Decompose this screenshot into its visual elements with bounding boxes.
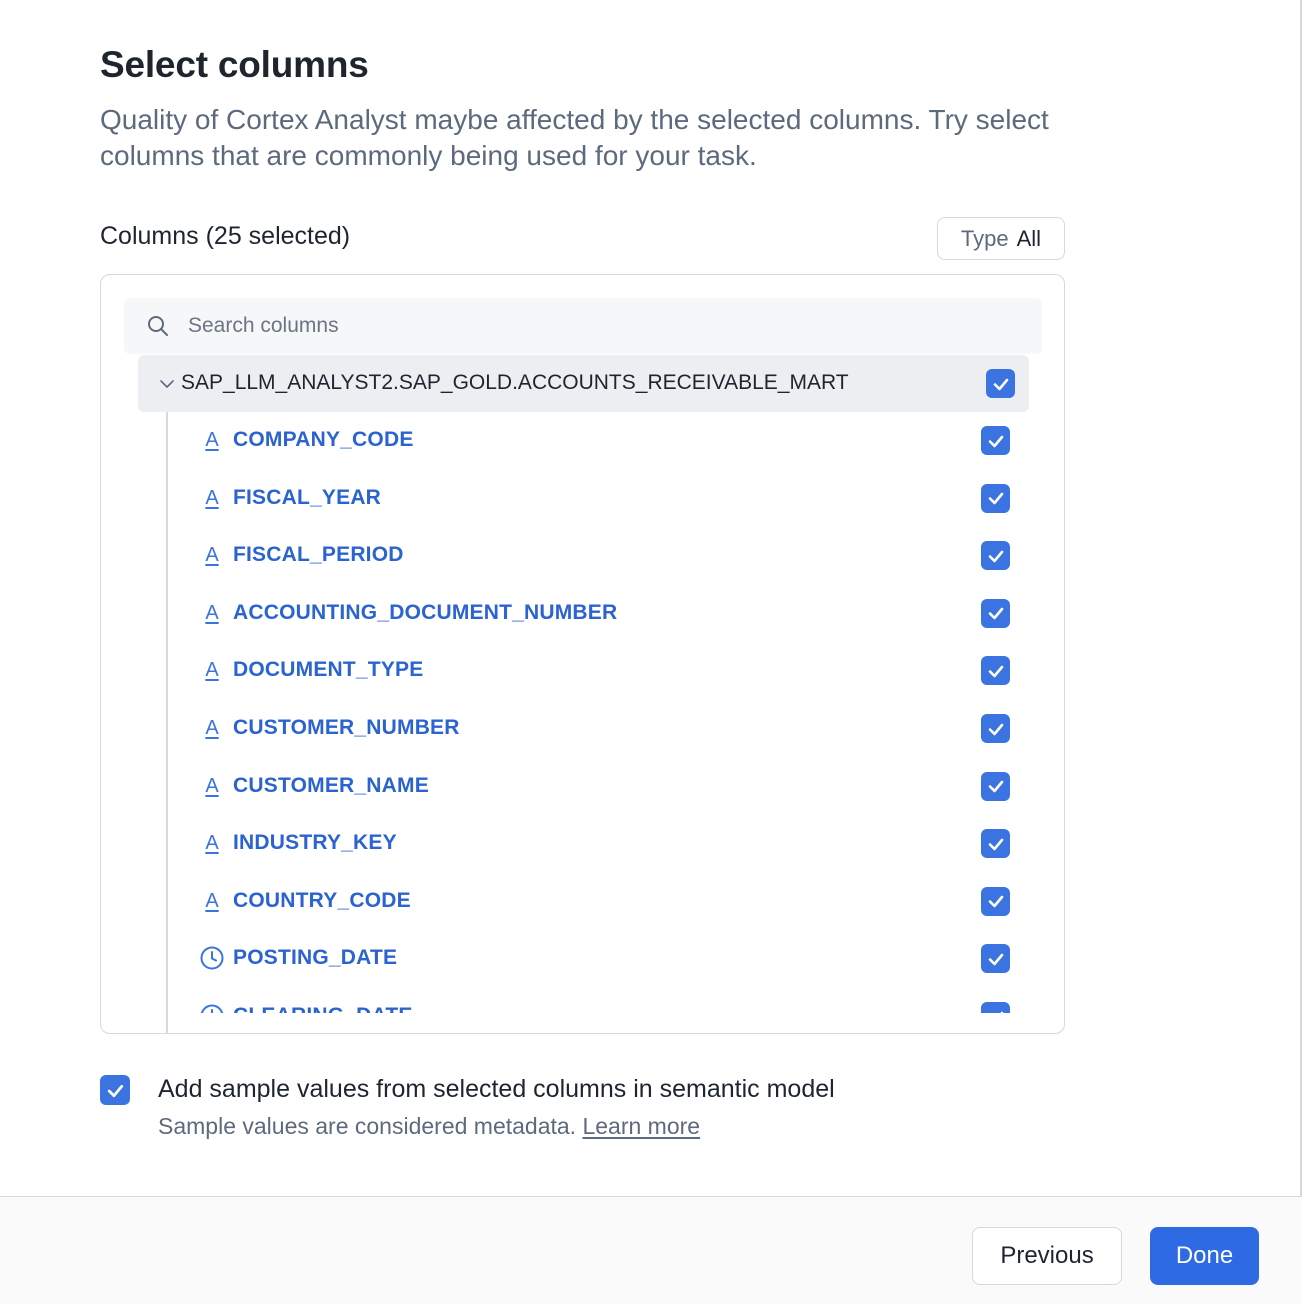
check-icon: [988, 780, 1003, 793]
column-name: FISCAL_PERIOD: [233, 543, 404, 567]
select-columns-dialog: Select columns Quality of Cortex Analyst…: [0, 0, 1302, 1304]
check-icon: [993, 378, 1008, 390]
column-checkbox[interactable]: [981, 1002, 1010, 1013]
column-row[interactable]: A COUNTRY_CODE: [101, 873, 1064, 930]
column-name: COMPANY_CODE: [233, 428, 414, 451]
column-row[interactable]: A COMPANY_CODE: [101, 412, 1064, 469]
column-checkbox[interactable]: [981, 541, 1010, 571]
check-icon: [988, 895, 1003, 908]
check-icon: [988, 550, 1003, 562]
search-input[interactable]: [188, 298, 1028, 354]
column-checkbox[interactable]: [981, 598, 1010, 628]
check-icon: [107, 1084, 123, 1097]
text-type-icon: A: [205, 889, 219, 912]
learn-more-link[interactable]: Learn more: [582, 1113, 700, 1139]
clock-icon: [199, 944, 225, 972]
column-row[interactable]: POSTING_DATE: [101, 930, 1064, 987]
column-row[interactable]: CLEARING_DATE: [101, 988, 1064, 1013]
column-name: CUSTOMER_NAME: [233, 773, 429, 797]
clock-icon: [199, 1002, 225, 1013]
column-checkbox[interactable]: [981, 483, 1010, 513]
column-checkbox[interactable]: [981, 714, 1010, 743]
check-icon: [988, 492, 1003, 505]
type-filter-label: Type: [960, 225, 1009, 251]
sample-values-description-text: Sample values are considered metadata.: [158, 1113, 577, 1139]
column-checkbox[interactable]: [981, 944, 1010, 974]
column-row[interactable]: A CUSTOMER_NUMBER: [101, 700, 1064, 757]
sample-values-label: Add sample values from selected columns …: [158, 1075, 835, 1103]
text-type-icon: A: [205, 659, 219, 682]
dialog-footer: Previous Done: [0, 1196, 1302, 1304]
search-box: [124, 298, 1042, 354]
type-filter-value: All: [1016, 225, 1042, 251]
column-row[interactable]: A FISCAL_YEAR: [101, 470, 1064, 527]
check-icon: [988, 607, 1003, 620]
search-icon: [148, 316, 168, 336]
check-icon: [988, 838, 1003, 850]
column-name: FISCAL_YEAR: [233, 485, 382, 509]
column-name: ACCOUNTING_DOCUMENT_NUMBER: [233, 600, 618, 624]
column-name: POSTING_DATE: [233, 946, 398, 970]
text-type-icon: A: [205, 832, 219, 855]
check-icon: [988, 435, 1003, 447]
column-name: COUNTRY_CODE: [233, 888, 411, 912]
columns-heading: Columns (25 selected): [100, 222, 351, 250]
column-checkbox[interactable]: [981, 886, 1010, 916]
check-icon: [988, 953, 1003, 966]
dialog-subtitle: Quality of Cortex Analyst maybe affected…: [100, 104, 1049, 171]
column-row[interactable]: A DOCUMENT_TYPE: [101, 642, 1064, 699]
check-icon: [999, 1011, 1003, 1013]
text-type-icon: A: [205, 774, 219, 797]
column-checkbox[interactable]: [981, 829, 1010, 859]
type-filter-button[interactable]: Type All: [937, 217, 1065, 260]
column-row[interactable]: A CUSTOMER_NAME: [101, 758, 1064, 815]
columns-panel: SAP_LLM_ANALYST2.SAP_GOLD.ACCOUNTS_RECEI…: [100, 274, 1065, 1034]
column-name: CLEARING_DATE: [233, 1004, 413, 1013]
done-button[interactable]: Done: [1150, 1227, 1259, 1285]
check-icon: [988, 665, 1003, 678]
table-checkbox[interactable]: [986, 369, 1015, 398]
column-row[interactable]: A FISCAL_PERIOD: [101, 527, 1064, 584]
column-name: INDUSTRY_KEY: [233, 831, 397, 855]
column-name: CUSTOMER_NUMBER: [233, 716, 460, 739]
column-name: DOCUMENT_TYPE: [233, 658, 424, 682]
column-checkbox[interactable]: [981, 771, 1010, 801]
column-row[interactable]: A INDUSTRY_KEY: [101, 815, 1064, 872]
chevron-down-icon[interactable]: [158, 375, 176, 393]
table-row[interactable]: SAP_LLM_ANALYST2.SAP_GOLD.ACCOUNTS_RECEI…: [138, 355, 1029, 412]
table-name: SAP_LLM_ANALYST2.SAP_GOLD.ACCOUNTS_RECEI…: [181, 371, 849, 394]
text-type-icon: A: [205, 717, 219, 739]
sample-values-checkbox[interactable]: [100, 1075, 130, 1105]
text-type-icon: A: [205, 601, 219, 624]
sample-values-description: Sample values are considered metadata. L…: [158, 1113, 700, 1140]
column-list: A COMPANY_CODE A FISCAL_YEAR A FISCAL_PERIOD A…: [101, 412, 1064, 1013]
column-row[interactable]: A ACCOUNTING_DOCUMENT_NUMBER: [101, 585, 1064, 642]
column-checkbox[interactable]: [981, 426, 1010, 455]
previous-button[interactable]: Previous: [972, 1227, 1122, 1285]
text-type-icon: A: [205, 486, 219, 509]
text-type-icon: A: [205, 544, 219, 567]
dialog-title: Select columns: [100, 44, 369, 85]
check-icon: [988, 723, 1003, 735]
text-type-icon: A: [205, 429, 219, 451]
column-checkbox[interactable]: [981, 656, 1010, 686]
